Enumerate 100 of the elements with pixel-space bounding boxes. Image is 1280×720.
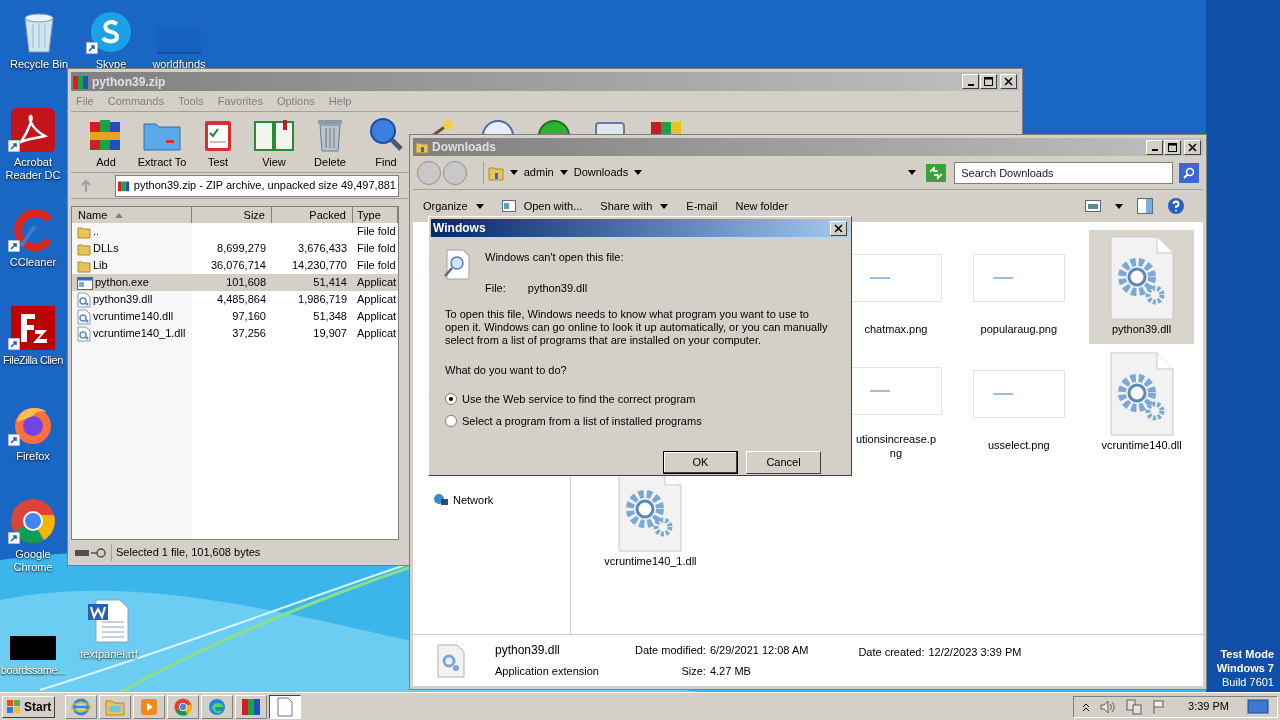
packed-size: 14,230,770 xyxy=(291,259,347,272)
filezilla-icon xyxy=(11,306,55,350)
toolbar-button[interactable]: Find xyxy=(363,112,409,172)
search-field[interactable]: Search Downloads xyxy=(954,161,1174,184)
blank-thumbnail-icon xyxy=(157,28,201,54)
preview-pane-icon[interactable] xyxy=(1137,198,1153,214)
maximize-button[interactable] xyxy=(980,74,997,89)
file-row[interactable]: vcruntime140.dll 97,160 51,348 Applicat xyxy=(72,308,398,325)
download-name: chatmax.png xyxy=(863,322,929,336)
magic-wand-icon xyxy=(430,120,454,136)
desktop-icon-label[interactable]: CCleaner xyxy=(9,256,57,269)
shortcut-arrow-icon xyxy=(8,240,20,252)
command-button[interactable]: New folder xyxy=(735,197,789,215)
file-row[interactable]: DLLs 8,699,279 3,676,433 File fold xyxy=(72,240,398,257)
word-document-icon xyxy=(86,598,132,644)
close-button[interactable] xyxy=(1000,74,1017,89)
dropdown-arrow-icon[interactable] xyxy=(509,170,518,175)
minimize-icon xyxy=(1151,149,1158,151)
dropdown-arrow-icon xyxy=(660,203,669,209)
command-button[interactable]: Share with xyxy=(600,197,669,215)
dialog-button[interactable]: OK xyxy=(663,450,738,474)
breadcrumb-item[interactable]: Downloads xyxy=(573,164,629,181)
maximize-icon xyxy=(984,77,993,86)
desktop-icon-label[interactable]: FileZilla Clien xyxy=(3,354,63,367)
download-tile[interactable]: popularaug.png xyxy=(966,230,1072,344)
file-row[interactable]: Lib 36,076,714 14,230,770 File fold xyxy=(72,257,398,274)
flag-icon[interactable] xyxy=(1152,698,1167,715)
details-file-type: Application extension xyxy=(495,664,600,680)
radio-button[interactable] xyxy=(445,415,457,428)
file-row[interactable]: python.exe 101,608 51,414 Applicat xyxy=(72,274,398,291)
details-value: 4.27 MB xyxy=(709,663,752,679)
nav-item[interactable]: Network xyxy=(433,491,570,508)
watermark-text: Test Mode xyxy=(1220,647,1274,661)
download-tile[interactable]: usselect.png xyxy=(966,346,1072,460)
desktop-icon-label[interactable]: worldfunds xyxy=(152,58,206,71)
file-name: Lib xyxy=(93,258,108,274)
file-size: 8,699,279 xyxy=(217,242,266,255)
chevron-up-icon[interactable] xyxy=(1082,701,1091,712)
breadcrumb-item[interactable]: admin xyxy=(523,164,554,181)
command-button[interactable]: E-mail xyxy=(686,197,718,215)
desktop-icon-label[interactable]: Acrobat Reader DC xyxy=(2,156,64,182)
desktop-icon-label[interactable]: Firefox xyxy=(16,450,50,463)
download-tile[interactable]: python39.dll xyxy=(1089,230,1195,344)
desktop-icon-label[interactable]: Google Chrome xyxy=(2,548,64,574)
show-desktop-icon[interactable] xyxy=(1247,698,1269,715)
desktop-icon-label[interactable]: Recycle Bin xyxy=(9,58,69,71)
file-name: DLLs xyxy=(93,241,119,257)
file-row[interactable]: .. File fold xyxy=(72,223,398,240)
file-type: Applicat xyxy=(357,293,397,306)
minimize-button[interactable] xyxy=(1146,139,1163,155)
search-button[interactable] xyxy=(1179,162,1199,183)
clock[interactable]: 3:39 PM xyxy=(1188,698,1229,715)
dropdown-arrow-icon[interactable] xyxy=(634,170,643,175)
watermark-text: Windows 7 xyxy=(1216,661,1274,675)
speaker-icon[interactable] xyxy=(1100,699,1117,714)
help-icon[interactable] xyxy=(1167,197,1185,215)
network-icon[interactable] xyxy=(1126,698,1143,715)
radio-option[interactable]: Select a program from a list of installed programs xyxy=(445,413,835,430)
file-search-icon xyxy=(443,249,471,281)
toolbar-button[interactable]: View xyxy=(251,112,297,172)
toolbar-button[interactable]: Add xyxy=(83,112,129,172)
address-bar[interactable]: admin Downloads xyxy=(482,161,921,184)
details-file-name: python39.dll xyxy=(495,642,561,660)
folder-icon xyxy=(105,697,126,716)
command-button[interactable]: Organize xyxy=(423,197,484,215)
network-icon xyxy=(433,492,449,507)
packed-size: 3,676,433 xyxy=(298,242,347,255)
internet-explorer-icon xyxy=(71,696,92,717)
radio-button[interactable] xyxy=(445,392,457,405)
details-value: 6/29/2021 12:08 AM xyxy=(709,643,809,658)
file-type: Applicat xyxy=(357,310,397,323)
refresh-icon[interactable] xyxy=(926,163,947,182)
shortcut-arrow-icon xyxy=(86,42,98,54)
gear-file-icon xyxy=(1108,235,1175,321)
dropdown-arrow-icon[interactable] xyxy=(1115,203,1123,209)
window-icon xyxy=(501,200,516,212)
close-button[interactable] xyxy=(830,220,847,236)
file-row[interactable]: python39.dll 4,485,864 1,986,719 Applicat xyxy=(72,291,398,308)
packed-size: 1,986,719 xyxy=(298,293,347,306)
view-icon[interactable] xyxy=(1085,200,1101,212)
file-row[interactable]: vcruntime140_1.dll 37,256 19,907 Applicat xyxy=(72,325,398,342)
taskbar-button[interactable] xyxy=(269,694,302,719)
download-tile[interactable]: vcruntime140.dll xyxy=(1089,346,1195,460)
maximize-button[interactable] xyxy=(1164,139,1181,155)
address-field[interactable]: python39.zip - ZIP archive, unpacked size 49,497,881 xyxy=(115,174,399,197)
maximize-icon xyxy=(1168,142,1177,152)
toolbar-button[interactable]: Extract To xyxy=(139,112,185,172)
dropdown-arrow-icon[interactable] xyxy=(908,170,917,175)
dropdown-arrow-icon[interactable] xyxy=(559,170,568,175)
command-button[interactable]: Open with... xyxy=(501,197,583,215)
toolbar-button[interactable]: Delete xyxy=(307,112,353,172)
start-button[interactable]: Start xyxy=(2,695,56,718)
minimize-button[interactable] xyxy=(962,74,979,89)
dialog-button[interactable]: Cancel xyxy=(746,450,821,474)
packed-size: 51,348 xyxy=(313,310,347,323)
close-button[interactable] xyxy=(1184,139,1201,155)
details-value: 12/2/2023 3:39 PM xyxy=(928,645,1022,660)
radio-option[interactable]: Use the Web service to find the correct program xyxy=(445,390,835,407)
toolbar-button[interactable]: Test xyxy=(195,112,241,172)
folder-icon xyxy=(415,140,429,154)
